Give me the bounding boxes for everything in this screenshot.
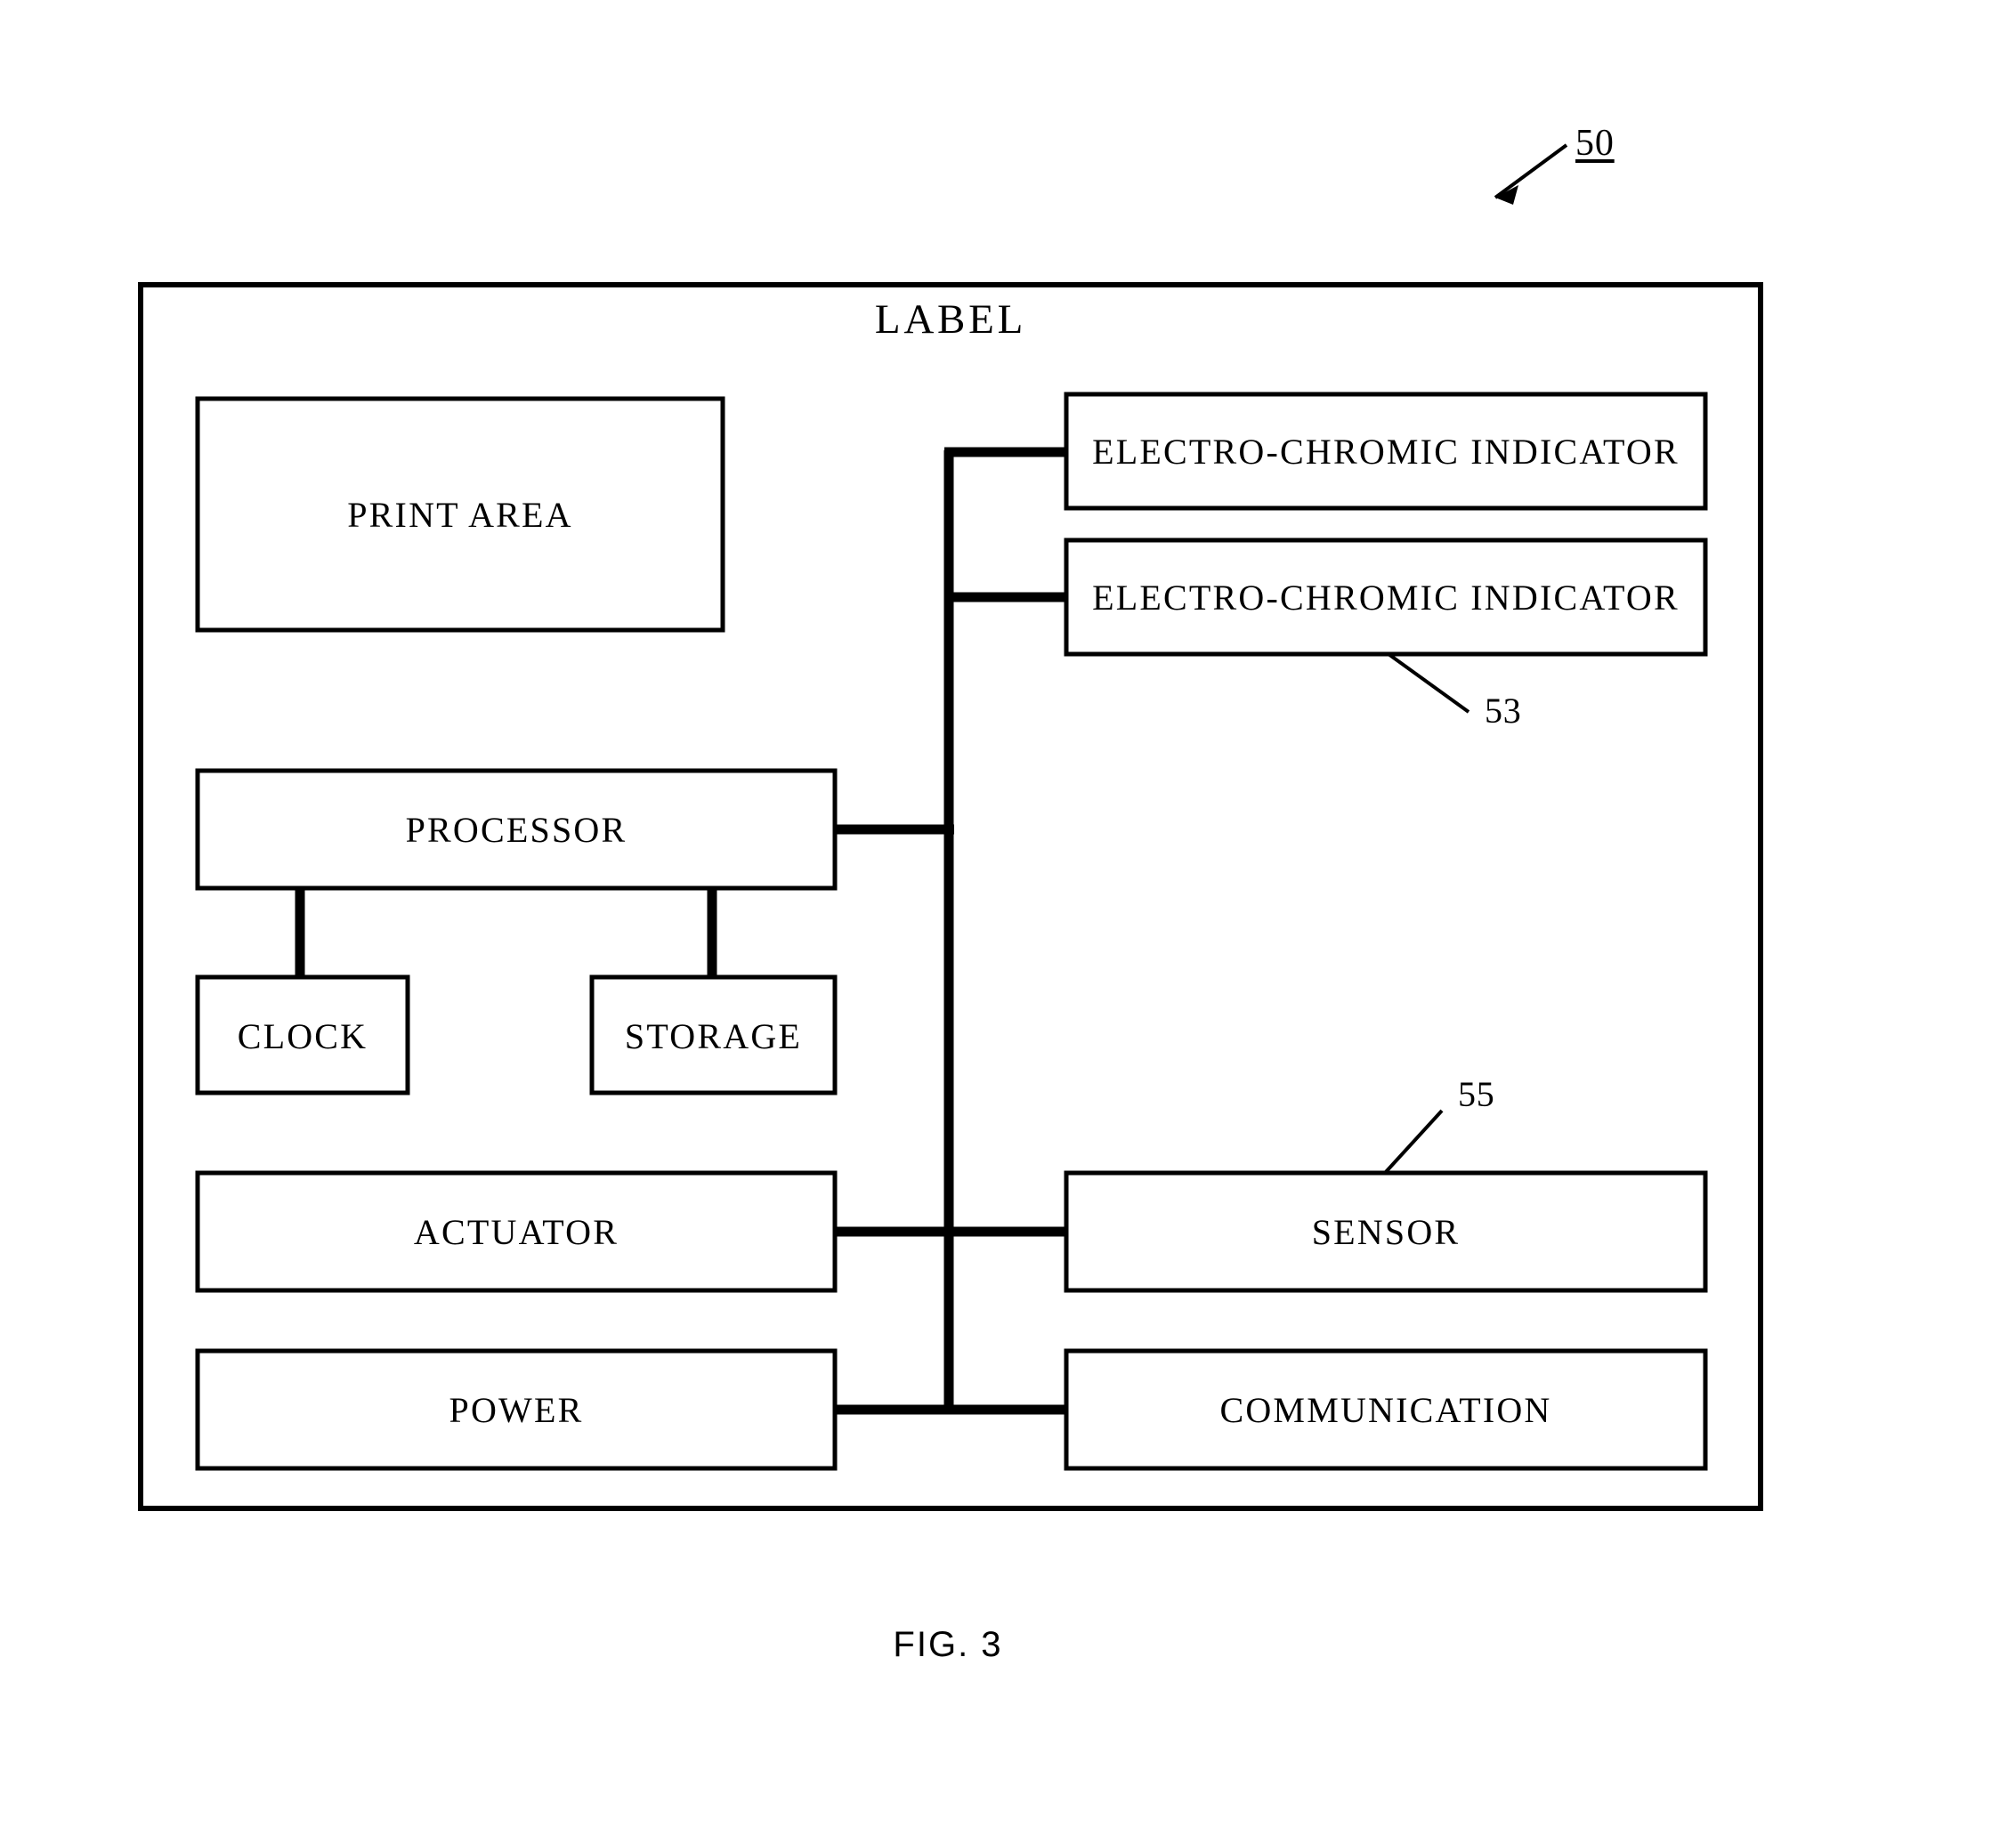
figure-caption: FIG. 3 xyxy=(893,1625,1003,1664)
communication-label: COMMUNICATION xyxy=(1219,1390,1552,1430)
sensor-label: SENSOR xyxy=(1311,1212,1461,1252)
figure-page: 50 LABEL PRINT AREA PROCESSOR CLOCK STOR… xyxy=(0,0,2016,1835)
ref-50-leader xyxy=(1494,143,1568,205)
reference-numeral-55: 55 xyxy=(1458,1074,1495,1114)
outer-box-title: LABEL xyxy=(874,296,1027,343)
clock-label: CLOCK xyxy=(237,1016,368,1056)
power-label: POWER xyxy=(449,1390,584,1430)
processor-label: PROCESSOR xyxy=(405,810,627,850)
indicator-2-label: ELECTRO-CHROMIC INDICATOR xyxy=(1092,578,1680,618)
block-diagram-canvas xyxy=(138,143,1763,1511)
reference-numeral-53: 53 xyxy=(1485,691,1522,731)
indicator-1-label: ELECTRO-CHROMIC INDICATOR xyxy=(1092,432,1680,472)
reference-numeral-50: 50 xyxy=(1575,123,1615,164)
print-area-label: PRINT AREA xyxy=(347,495,573,535)
storage-label: STORAGE xyxy=(624,1016,803,1056)
actuator-label: ACTUATOR xyxy=(413,1212,619,1252)
